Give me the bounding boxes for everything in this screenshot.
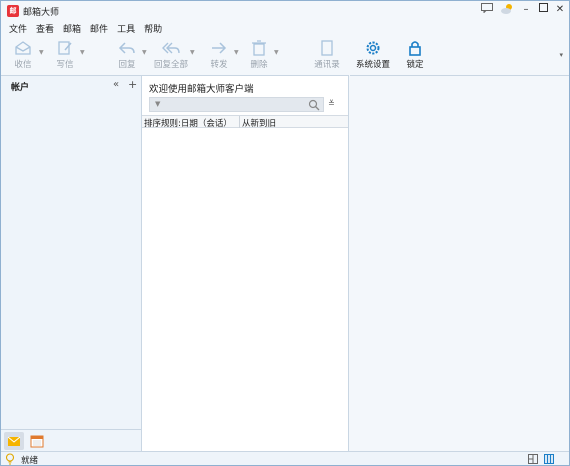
- compose-dropdown-icon[interactable]: ▼: [80, 49, 85, 56]
- mail-view-button[interactable]: [4, 432, 24, 450]
- lock-button[interactable]: 锁定: [393, 37, 437, 73]
- app-logo-icon: 邮: [7, 5, 19, 17]
- app-window: 邮 邮箱大师 – ✕ 文件 查看 邮箱 邮件 工具 帮助 收信 ▼ 写信 ▼ 回…: [0, 0, 570, 466]
- weather-icon[interactable]: [499, 3, 515, 17]
- maximize-icon[interactable]: [535, 3, 551, 17]
- menu-file[interactable]: 文件: [9, 22, 27, 36]
- sort-rule[interactable]: 排序规则:日期（会话）: [144, 117, 232, 129]
- mail-list-pane: [141, 75, 349, 451]
- reply-all-button[interactable]: 回复全部: [149, 37, 193, 73]
- reply-label: 回复: [118, 60, 136, 70]
- calendar-view-button[interactable]: [28, 432, 46, 450]
- menu-tools[interactable]: 工具: [117, 22, 135, 36]
- menu-help[interactable]: 帮助: [144, 22, 162, 36]
- search-input[interactable]: ▼: [149, 97, 324, 112]
- gear-icon: [366, 41, 380, 55]
- reading-pane: [350, 75, 569, 451]
- reply-all-label: 回复全部: [153, 60, 188, 70]
- search-scope-dropdown-icon[interactable]: ▼: [155, 100, 160, 108]
- status-bar: 就绪: [1, 451, 569, 466]
- feedback-icon[interactable]: [479, 3, 495, 17]
- menu-mailbox[interactable]: 邮箱: [63, 22, 81, 36]
- forward-icon: [212, 42, 227, 54]
- trash-icon: [252, 40, 266, 56]
- receive-label: 收信: [14, 60, 32, 70]
- layout-split-icon[interactable]: [528, 454, 538, 464]
- contacts-icon: [321, 40, 333, 56]
- envelope-icon: [7, 436, 21, 446]
- sort-order[interactable]: 从新到旧: [242, 117, 276, 129]
- settings-button[interactable]: 系统设置: [351, 37, 395, 73]
- menu-bar: 文件 查看 邮箱 邮件 工具 帮助: [9, 22, 162, 36]
- search-icon[interactable]: [308, 99, 320, 111]
- sort-bar: 排序规则:日期（会话） 从新到旧: [142, 115, 348, 129]
- minimize-icon[interactable]: –: [518, 3, 534, 17]
- menu-view[interactable]: 查看: [36, 22, 54, 36]
- add-account-icon[interactable]: +: [128, 78, 137, 91]
- reply-icon: [118, 42, 135, 54]
- reply-all-icon: [162, 42, 180, 54]
- accounts-pane: 帐户 « +: [1, 75, 141, 451]
- reply-dropdown-icon[interactable]: ▼: [142, 49, 147, 56]
- compose-icon: [58, 41, 72, 55]
- contacts-label: 通讯录: [314, 60, 340, 70]
- collapse-icon[interactable]: «: [113, 79, 119, 90]
- contacts-button[interactable]: 通讯录: [305, 37, 349, 73]
- toolbar-overflow-icon[interactable]: ▾: [559, 51, 563, 59]
- settings-label: 系统设置: [355, 60, 390, 70]
- delete-label: 删除: [250, 60, 268, 70]
- lightbulb-icon: [5, 453, 15, 465]
- welcome-text: 欢迎使用邮箱大师客户端: [149, 84, 254, 95]
- left-bottom-bar: [1, 429, 141, 451]
- calendar-icon: [30, 435, 44, 448]
- lock-icon: [409, 41, 421, 56]
- accounts-title: 帐户: [11, 83, 30, 93]
- forward-label: 转发: [210, 60, 228, 70]
- sort-divider: [239, 116, 240, 128]
- title-bar: 邮 邮箱大师 – ✕: [1, 1, 569, 21]
- lock-label: 锁定: [406, 60, 424, 70]
- status-text: 就绪: [21, 456, 39, 466]
- receive-icon: [15, 41, 31, 55]
- toolbar: 收信 ▼ 写信 ▼ 回复 ▼ 回复全部 ▼ 转发 ▼ 删除 ▼ 通讯录 系统设置…: [1, 37, 569, 75]
- layout-columns-icon[interactable]: [544, 454, 554, 464]
- app-title: 邮箱大师: [23, 8, 60, 18]
- menu-mail[interactable]: 邮件: [90, 22, 108, 36]
- filter-expand-icon[interactable]: ≚: [328, 99, 335, 108]
- compose-label: 写信: [56, 60, 74, 70]
- close-icon[interactable]: ✕: [552, 3, 568, 17]
- delete-dropdown-icon[interactable]: ▼: [274, 49, 279, 56]
- reply-all-dropdown-icon[interactable]: ▼: [190, 49, 195, 56]
